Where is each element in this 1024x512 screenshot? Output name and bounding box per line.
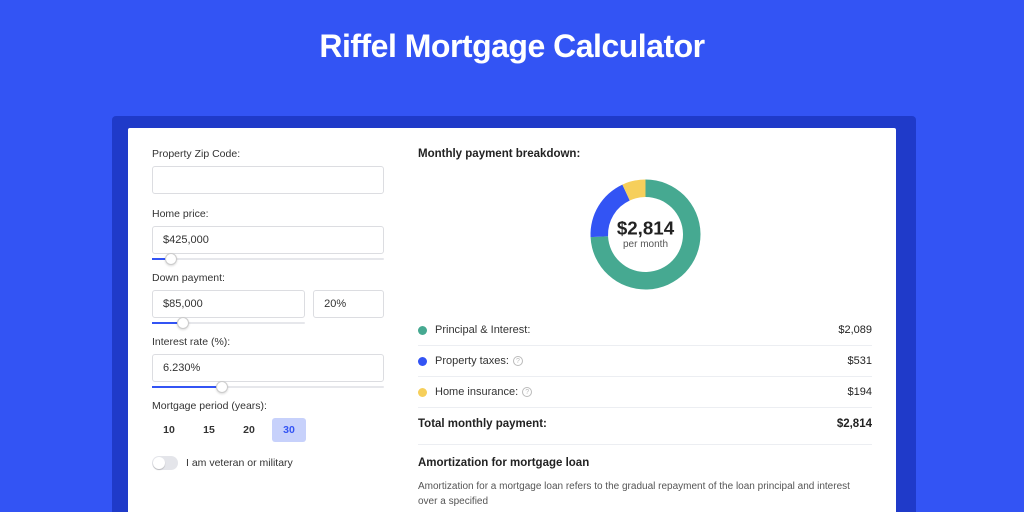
info-icon[interactable]: ? xyxy=(522,387,532,397)
calculator-panel: Property Zip Code: Home price: Down paym… xyxy=(128,128,896,512)
donut-center-amount: $2,814 xyxy=(616,218,674,239)
period-btn-15[interactable]: 15 xyxy=(192,418,226,442)
breakdown-column: Monthly payment breakdown: $2,814 per mo… xyxy=(408,128,896,512)
zip-group: Property Zip Code: xyxy=(152,148,384,194)
total-row: Total monthly payment: $2,814 xyxy=(418,408,872,444)
down-payment-slider[interactable] xyxy=(152,322,305,324)
interest-rate-slider[interactable] xyxy=(152,386,384,388)
period-group: Mortgage period (years): 10152030 xyxy=(152,400,384,442)
legend-label: Principal & Interest: xyxy=(435,324,838,336)
veteran-label: I am veteran or military xyxy=(186,457,293,469)
legend-dot-icon xyxy=(418,326,427,335)
down-payment-label: Down payment: xyxy=(152,272,384,284)
total-amount: $2,814 xyxy=(837,418,872,430)
legend-amount: $194 xyxy=(848,386,872,398)
period-btn-20[interactable]: 20 xyxy=(232,418,266,442)
legend-amount: $531 xyxy=(848,355,872,367)
legend-amount: $2,089 xyxy=(838,324,872,336)
info-icon[interactable]: ? xyxy=(513,356,523,366)
legend-dot-icon xyxy=(418,388,427,397)
home-price-input[interactable] xyxy=(152,226,384,254)
legend-label: Home insurance:? xyxy=(435,386,848,398)
amortization-body: Amortization for a mortgage loan refers … xyxy=(418,479,872,509)
interest-rate-label: Interest rate (%): xyxy=(152,336,384,348)
down-payment-input[interactable] xyxy=(152,290,305,318)
veteran-row: I am veteran or military xyxy=(152,456,384,470)
donut-svg: $2,814 per month xyxy=(583,172,708,297)
donut-center-sub: per month xyxy=(622,239,667,250)
zip-input[interactable] xyxy=(152,166,384,194)
legend-row: Principal & Interest:$2,089 xyxy=(418,315,872,346)
home-price-slider-thumb[interactable] xyxy=(165,253,177,265)
breakdown-title: Monthly payment breakdown: xyxy=(418,148,872,160)
amortization-title: Amortization for mortgage loan xyxy=(418,445,872,469)
down-payment-group: Down payment: xyxy=(152,272,384,318)
legend-row: Home insurance:?$194 xyxy=(418,377,872,408)
legend-dot-icon xyxy=(418,357,427,366)
home-price-group: Home price: xyxy=(152,208,384,254)
page-title: Riffel Mortgage Calculator xyxy=(0,0,1024,65)
form-column: Property Zip Code: Home price: Down paym… xyxy=(128,128,408,512)
legend-row: Property taxes:?$531 xyxy=(418,346,872,377)
zip-label: Property Zip Code: xyxy=(152,148,384,160)
interest-rate-slider-fill xyxy=(152,386,222,388)
legend-label: Property taxes:? xyxy=(435,355,848,367)
interest-rate-input[interactable] xyxy=(152,354,384,382)
home-price-label: Home price: xyxy=(152,208,384,220)
home-price-slider[interactable] xyxy=(152,258,384,260)
interest-rate-group: Interest rate (%): xyxy=(152,336,384,382)
period-btn-30[interactable]: 30 xyxy=(272,418,306,442)
veteran-toggle[interactable] xyxy=(152,456,178,470)
interest-rate-slider-thumb[interactable] xyxy=(216,381,228,393)
legend: Principal & Interest:$2,089Property taxe… xyxy=(418,315,872,408)
down-payment-pct-input[interactable] xyxy=(313,290,384,318)
period-options: 10152030 xyxy=(152,418,384,442)
down-payment-slider-thumb[interactable] xyxy=(177,317,189,329)
donut-chart: $2,814 per month xyxy=(418,172,872,297)
total-label: Total monthly payment: xyxy=(418,418,837,430)
period-label: Mortgage period (years): xyxy=(152,400,384,412)
period-btn-10[interactable]: 10 xyxy=(152,418,186,442)
